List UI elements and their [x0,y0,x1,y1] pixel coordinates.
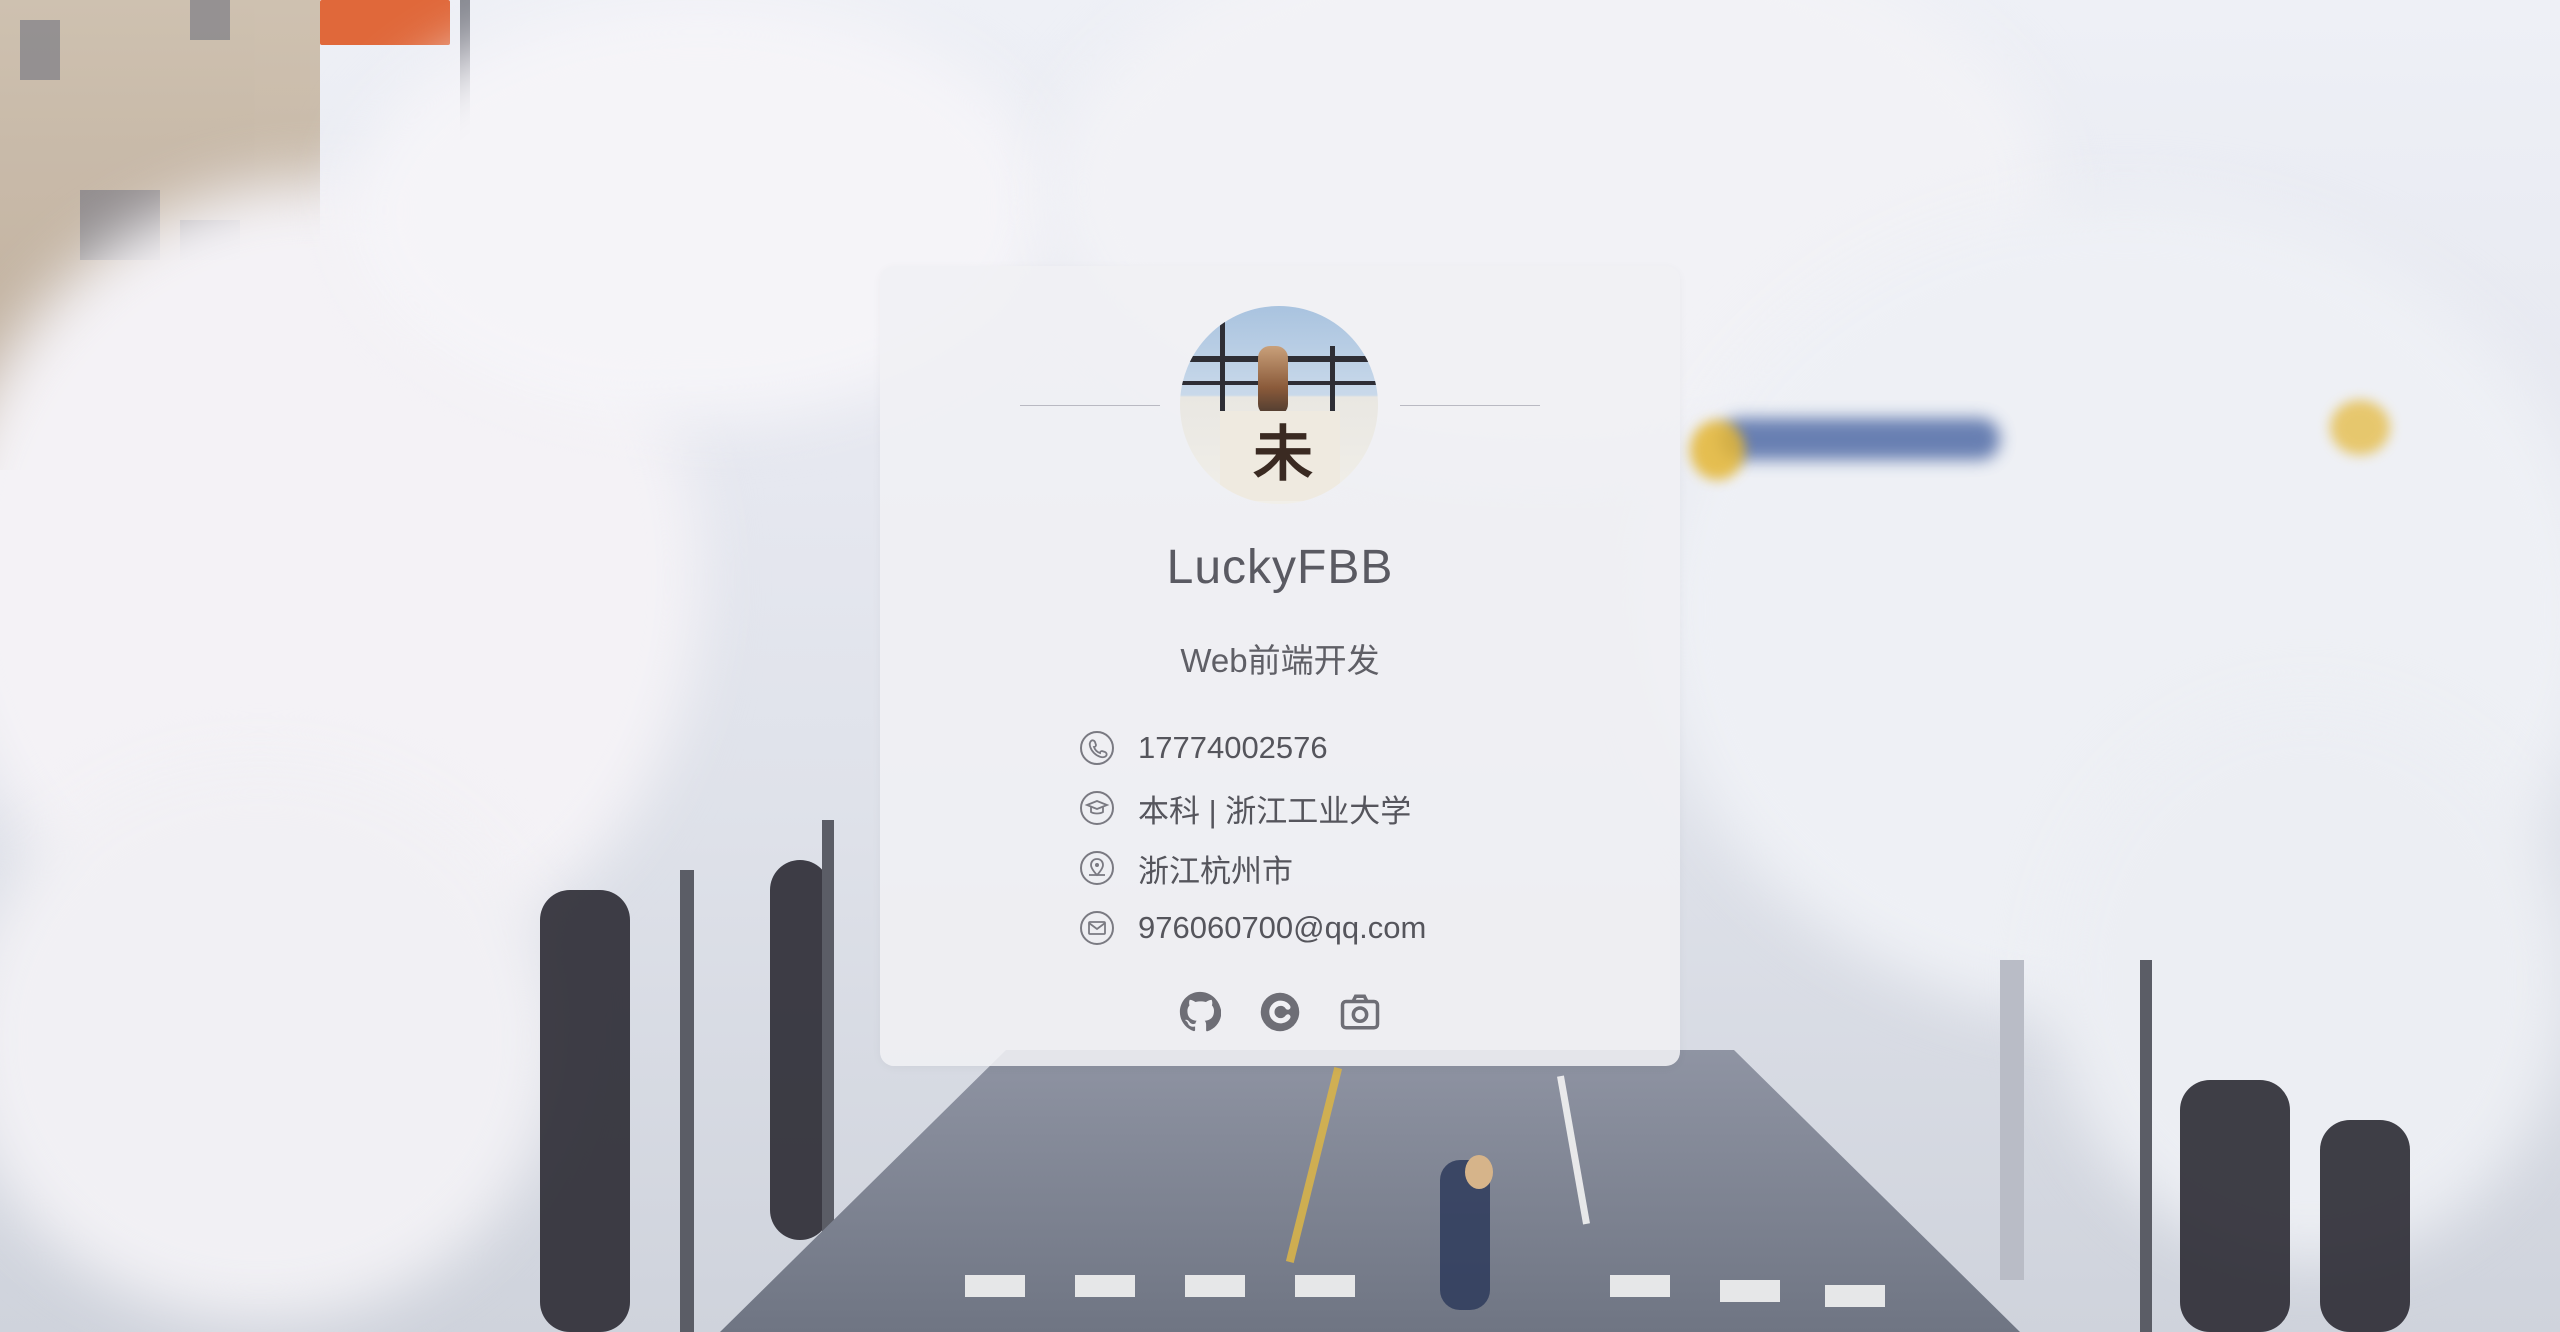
avatar: 未来 [1180,306,1378,504]
info-phone: 17774002576 [1078,718,1426,778]
location-text: 浙江杭州市 [1138,853,1293,889]
graduation-cap-icon [1078,789,1116,827]
profile-name: LuckyFBB [1166,541,1394,594]
profile-card: 未来 LuckyFBB Web前端开发 17774002576 本科 | 浙江工… [880,266,1680,1066]
divider-left [1020,405,1160,406]
education-text: 本科 | 浙江工业大学 [1138,793,1412,829]
background-sign [320,0,450,45]
info-email: 976060700@qq.com [1078,898,1426,958]
mail-icon [1078,909,1116,947]
contact-info-list: 17774002576 本科 | 浙江工业大学 浙江杭州市 976060700@… [1078,718,1426,958]
phone-icon [1078,729,1116,767]
camera-icon [1340,994,1380,1030]
info-education: 本科 | 浙江工业大学 [1078,778,1426,838]
info-location: 浙江杭州市 [1078,838,1426,898]
photo-link[interactable] [1338,990,1382,1034]
avatar-sign-text: 未来 [1253,420,1315,490]
location-icon [1078,849,1116,887]
blog-link[interactable] [1258,990,1302,1034]
blog-icon [1260,992,1300,1032]
social-links [880,990,1680,1034]
divider-right [1400,405,1540,406]
github-link[interactable] [1178,990,1222,1034]
phone-text: 17774002576 [1138,730,1328,765]
profile-title: Web前端开发 [1180,642,1380,679]
github-icon [1179,991,1221,1032]
email-text: 976060700@qq.com [1138,910,1427,945]
